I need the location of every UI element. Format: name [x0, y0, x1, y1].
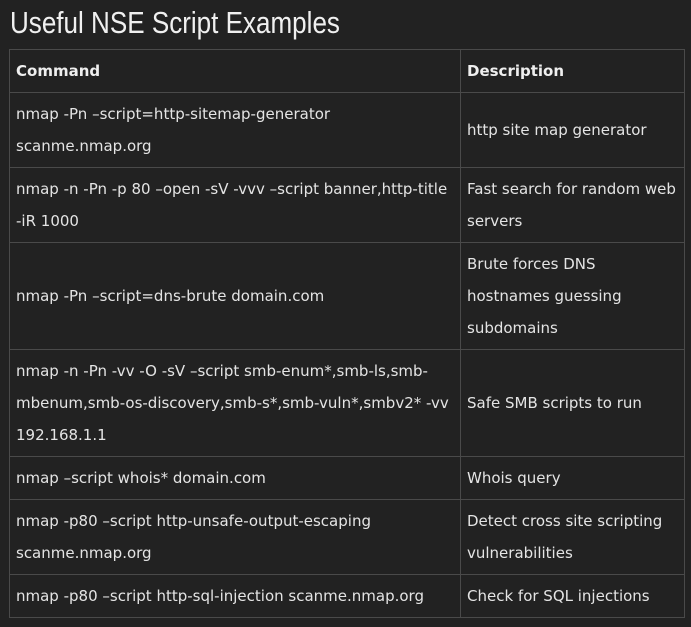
command-cell: nmap -p80 –script http-sql-injection sca…	[9, 574, 461, 618]
command-cell: nmap -Pn –script=http-sitemap-generator …	[9, 92, 461, 168]
table-row: nmap –script whois* domain.com Whois que…	[9, 456, 685, 500]
column-header-command: Command	[9, 49, 461, 93]
command-cell: nmap -Pn –script=dns-brute domain.com	[9, 242, 461, 350]
command-cell: nmap -p80 –script http-unsafe-output-esc…	[9, 499, 461, 575]
description-cell: Check for SQL injections	[460, 574, 685, 618]
table-row: nmap -Pn –script=dns-brute domain.com Br…	[9, 242, 685, 350]
command-cell: nmap –script whois* domain.com	[9, 456, 461, 500]
description-cell: Whois query	[460, 456, 685, 500]
description-cell: Safe SMB scripts to run	[460, 349, 685, 457]
table-row: nmap -p80 –script http-unsafe-output-esc…	[9, 499, 685, 575]
description-cell: http site map generator	[460, 92, 685, 168]
description-cell: Fast search for random web servers	[460, 167, 685, 243]
page-heading: Useful NSE Script Examples	[10, 5, 340, 40]
nse-examples-table: Command Description nmap -Pn –script=htt…	[9, 49, 685, 618]
table-row: nmap -Pn –script=http-sitemap-generator …	[9, 92, 685, 168]
command-cell: nmap -n -Pn -vv -O -sV –script smb-enum*…	[9, 349, 461, 457]
description-cell: Brute forces DNS hostnames guessing subd…	[460, 242, 685, 350]
description-cell: Detect cross site scripting vulnerabilit…	[460, 499, 685, 575]
table-header-row: Command Description	[9, 49, 685, 93]
table-row: nmap -n -Pn -vv -O -sV –script smb-enum*…	[9, 349, 685, 457]
table-row: nmap -p80 –script http-sql-injection sca…	[9, 574, 685, 618]
command-cell: nmap -n -Pn -p 80 –open -sV -vvv –script…	[9, 167, 461, 243]
table-row: nmap -n -Pn -p 80 –open -sV -vvv –script…	[9, 167, 685, 243]
column-header-description: Description	[460, 49, 685, 93]
